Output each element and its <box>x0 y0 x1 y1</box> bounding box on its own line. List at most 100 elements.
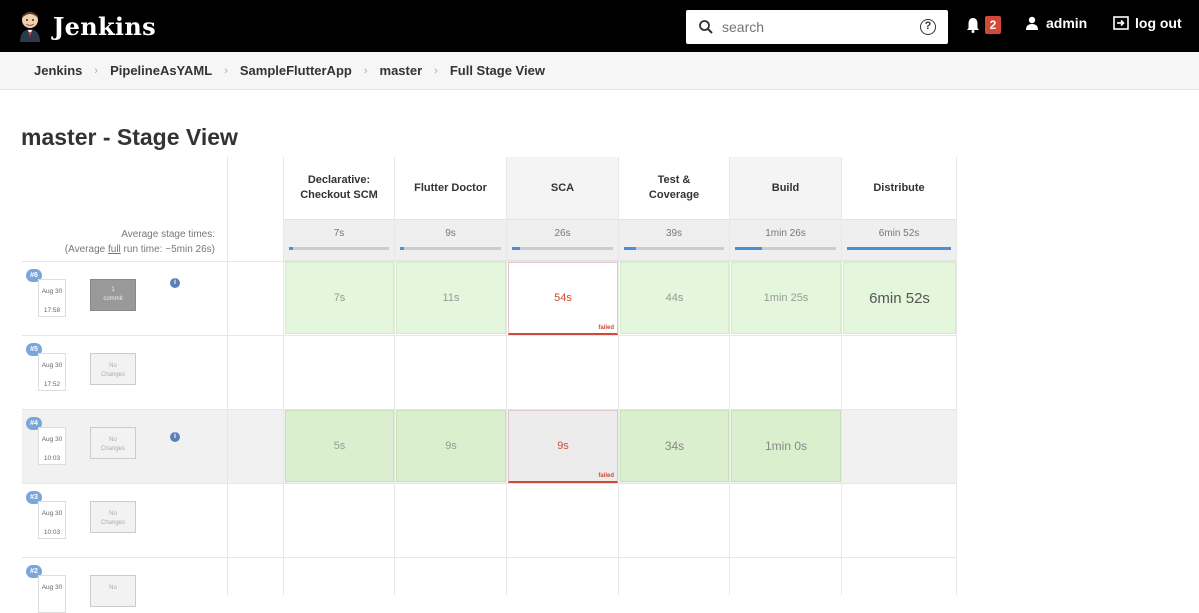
stage-name-line2: Coverage <box>648 189 700 201</box>
stage-name-line1: Build <box>771 181 800 194</box>
stage-average-bar <box>512 247 613 250</box>
build-changes-button[interactable]: No Changes <box>90 427 136 459</box>
average-stage-times-label: Average stage times: (Average full run t… <box>65 227 215 257</box>
build-date-day: Aug 30 <box>41 436 63 443</box>
average-label-pre: (Average <box>64 244 108 255</box>
stage-name-line1: Distribute <box>873 181 925 194</box>
stage-average-fill <box>289 247 293 250</box>
search-icon <box>699 20 713 34</box>
search-input[interactable] <box>722 19 902 35</box>
stage-duration: 44s <box>665 292 684 304</box>
stage-duration: 11s <box>442 292 460 304</box>
stage-header-build[interactable]: Build <box>730 157 841 219</box>
average-label-post: run time: ~5min 26s) <box>120 244 215 255</box>
breadcrumb-samplefutterapp[interactable]: SampleFlutterApp <box>240 63 352 78</box>
changes-line2: Changes <box>100 446 126 452</box>
failed-label: failed <box>598 473 614 479</box>
breadcrumb-full-stage-view[interactable]: Full Stage View <box>450 63 545 78</box>
info-icon[interactable]: i <box>170 278 180 288</box>
stage-cell[interactable]: 34s <box>620 410 729 482</box>
average-full-link[interactable]: full <box>108 244 121 255</box>
stage-column-flutter-doctor: Flutter Doctor 9s <box>395 157 507 595</box>
stage-average-time: 26s <box>554 228 571 239</box>
stage-cell-failed[interactable]: 54s failed <box>508 262 618 335</box>
stage-average-fill <box>512 247 521 250</box>
stage-cell[interactable]: 44s <box>620 262 729 334</box>
stage-header-flutter-doctor[interactable]: Flutter Doctor <box>395 157 506 219</box>
stage-column-checkout: Declarative: Checkout SCM 7s <box>284 157 395 595</box>
breadcrumb-pipelineasyaml[interactable]: PipelineAsYAML <box>110 63 212 78</box>
changes-line1: No <box>109 511 117 517</box>
breadcrumb-master[interactable]: master <box>380 63 423 78</box>
stage-average-fill <box>624 247 636 250</box>
stage-view-table: Average stage times: (Average full run t… <box>22 157 957 613</box>
logout-link[interactable]: log out <box>1113 15 1182 31</box>
stage-average-fill <box>847 247 951 250</box>
stage-header-test-coverage[interactable]: Test & Coverage <box>619 157 729 219</box>
changes-line2: commit <box>103 296 123 302</box>
stage-duration: 5s <box>333 440 346 452</box>
average-label-line1: Average stage times: <box>121 229 215 240</box>
stage-average-fill <box>400 247 405 250</box>
changes-line1: No <box>109 585 117 591</box>
build-date-time: 17:58 <box>43 307 61 314</box>
build-changes-button[interactable]: No Changes <box>90 501 136 533</box>
stage-average-distribute: 6min 52s <box>842 219 956 261</box>
build-date: Aug 30 17:58 <box>38 279 66 317</box>
stage-cell[interactable]: 1min 25s <box>731 262 841 334</box>
stage-duration: 9s <box>557 440 569 452</box>
bell-icon[interactable] <box>966 17 980 33</box>
stage-average-checkout: 7s <box>284 219 394 261</box>
stage-cell[interactable]: 11s <box>396 262 506 334</box>
top-bar: Jenkins ? 2 admin log out <box>0 0 1199 52</box>
breadcrumb: Jenkins › PipelineAsYAML › SampleFlutter… <box>0 52 1199 90</box>
stage-average-time: 39s <box>665 228 683 239</box>
build-date-time: 10:03 <box>43 529 61 536</box>
breadcrumb-separator: › <box>224 64 228 77</box>
stage-cell[interactable]: 9s <box>396 410 506 482</box>
stage-name-line1: Test & <box>657 174 691 186</box>
stage-cell[interactable]: 6min 52s <box>843 262 956 334</box>
build-changes-button[interactable]: No <box>90 575 136 607</box>
stage-duration: 34s <box>664 439 685 453</box>
stage-average-build: 1min 26s <box>730 219 841 261</box>
stage-average-time: 7s <box>333 228 345 239</box>
help-icon[interactable]: ? <box>920 19 936 35</box>
breadcrumb-jenkins[interactable]: Jenkins <box>34 63 82 78</box>
build-date-day: Aug 30 <box>41 288 63 295</box>
stage-cell[interactable]: 7s <box>285 262 394 334</box>
stage-duration: 54s <box>554 292 572 304</box>
build-date-day: Aug 30 <box>41 584 63 591</box>
stage-average-bar <box>289 247 389 250</box>
stage-cell[interactable]: 1min 0s <box>731 410 841 482</box>
stage-header-sca[interactable]: SCA <box>507 157 618 219</box>
logout-label: log out <box>1135 15 1182 31</box>
stage-duration: 1min 0s <box>764 439 808 453</box>
stage-name-line2: Checkout SCM <box>300 189 378 201</box>
stage-duration: 1min 25s <box>763 292 809 304</box>
build-changes-button[interactable]: No Changes <box>90 353 136 385</box>
user-name: admin <box>1046 15 1088 31</box>
changes-line1: 1 <box>111 287 115 293</box>
column-spacer <box>228 157 284 595</box>
jenkins-butler-icon <box>20 12 40 42</box>
build-date-day: Aug 30 <box>41 362 63 369</box>
build-row-2: #2 Aug 30 No <box>26 565 226 613</box>
stage-header-distribute[interactable]: Distribute <box>842 157 956 219</box>
stage-average-time: 1min 26s <box>765 228 806 239</box>
user-menu[interactable]: admin <box>1025 15 1087 31</box>
changes-line1: No <box>109 363 117 369</box>
stage-average-bar <box>847 247 951 250</box>
info-icon[interactable]: i <box>170 432 180 442</box>
jenkins-logo[interactable]: Jenkins <box>17 10 156 42</box>
stage-cell-failed[interactable]: 9s failed <box>508 410 618 483</box>
stage-average-bar <box>735 247 836 250</box>
build-changes-button[interactable]: 1 commit <box>90 279 136 311</box>
stage-cell[interactable]: 5s <box>285 410 394 482</box>
stage-header-checkout[interactable]: Declarative: Checkout SCM <box>284 157 394 219</box>
app-name: Jenkins <box>53 11 156 41</box>
stage-average-time: 9s <box>445 228 456 239</box>
notification-badge[interactable]: 2 <box>985 16 1001 34</box>
build-date: Aug 30 10:03 <box>38 427 66 465</box>
stage-column-test-coverage: Test & Coverage 39s <box>619 157 730 595</box>
